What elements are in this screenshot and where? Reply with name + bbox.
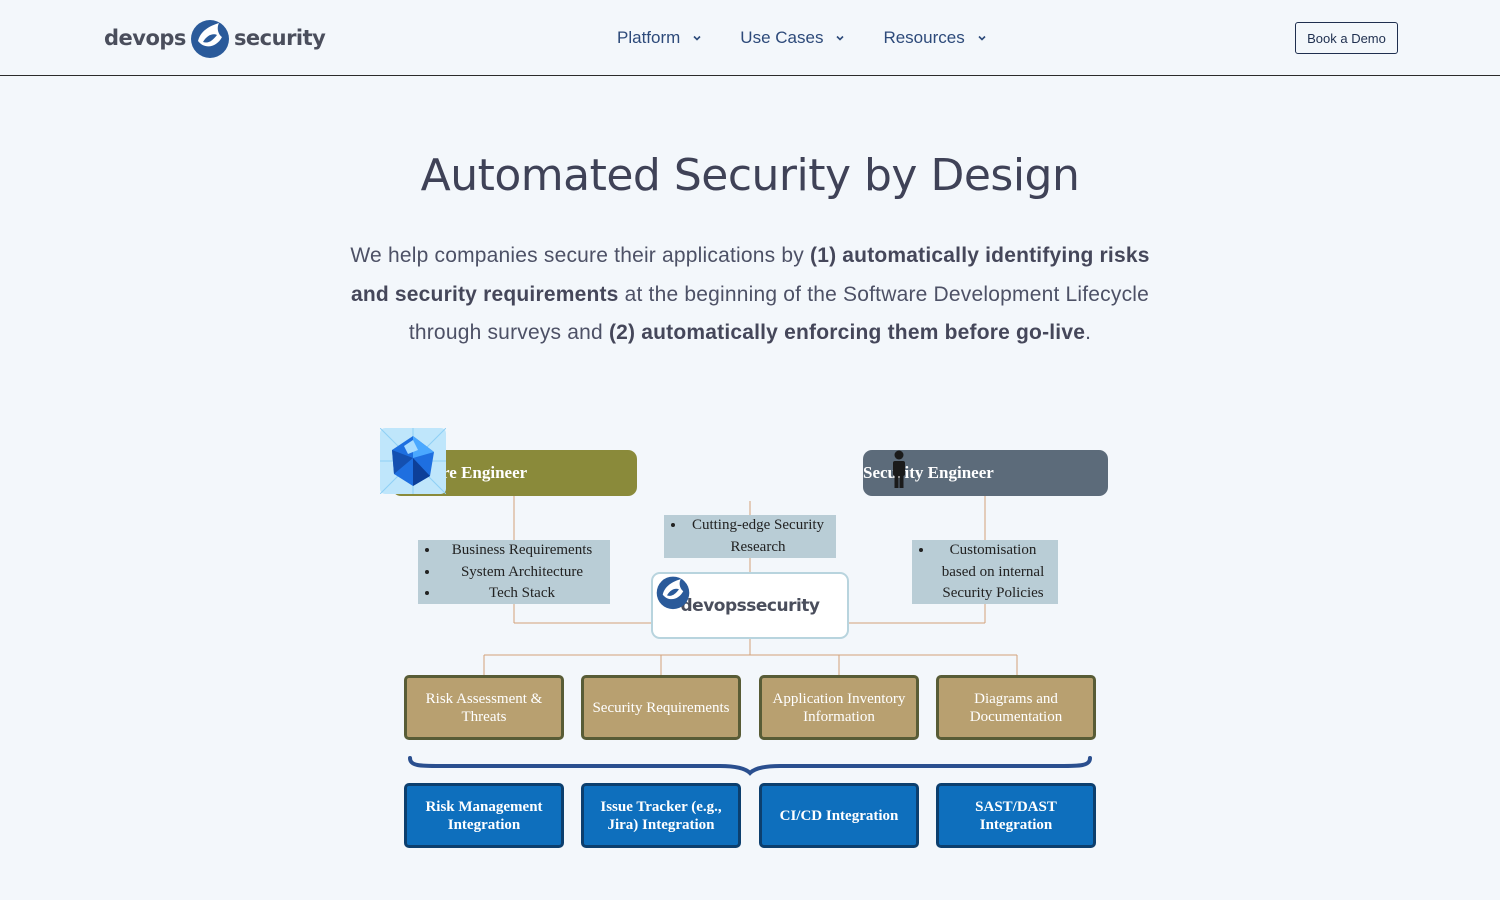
nav-label: Platform	[617, 28, 681, 47]
main-nav: Platform Use Cases Resources	[617, 28, 1025, 48]
crystal-gem-icon	[380, 428, 446, 494]
nav-label: Resources	[883, 28, 965, 47]
integration-box: Issue Tracker (e.g., Jira) Integration	[581, 783, 741, 848]
output-box: Application Inventory Information	[759, 675, 919, 740]
shield-fox-icon	[190, 20, 229, 58]
logo-text-left: devops	[104, 26, 186, 50]
book-demo-button[interactable]: Book a Demo	[1295, 22, 1398, 54]
logo-text-right: security	[746, 595, 820, 616]
software-engineer-inputs: Business Requirements System Architectur…	[418, 540, 610, 604]
nav-item-platform[interactable]: Platform	[617, 28, 702, 48]
research-inputs: Cutting-edge Security Research	[664, 515, 836, 558]
intro-text: We help companies secure their applicati…	[350, 244, 810, 267]
output-box: Risk Assessment & Threats	[404, 675, 564, 740]
list-item: Cutting-edge Security Research	[686, 515, 836, 558]
list-item: Customisation based on internal Security…	[934, 540, 1058, 605]
shield-fox-icon	[656, 576, 690, 610]
output-box: Diagrams and Documentation	[936, 675, 1096, 740]
integration-box: CI/CD Integration	[759, 783, 919, 848]
page-title: Automated Security by Design	[420, 150, 1080, 201]
architecture-diagram: Software Engineer Security Engineer Busi…	[380, 428, 1120, 858]
site-header: devops security Platform Use Cases Resou…	[0, 0, 1500, 76]
chevron-down-icon	[693, 35, 701, 41]
site-logo[interactable]: devops security	[104, 17, 326, 59]
integration-box: SAST/DAST Integration	[936, 783, 1096, 848]
person-icon	[893, 450, 905, 488]
intro-text: .	[1085, 321, 1092, 344]
nav-item-use-cases[interactable]: Use Cases	[740, 28, 845, 48]
intro-paragraph: We help companies secure their applicati…	[345, 237, 1155, 353]
nav-item-resources[interactable]: Resources	[883, 28, 986, 48]
intro-highlight: (2) automatically enforcing them before …	[608, 321, 1086, 344]
list-item: Tech Stack	[440, 583, 610, 605]
role-label: Security Engineer	[863, 463, 994, 482]
chevron-down-icon	[978, 35, 986, 41]
list-item: Business Requirements	[440, 540, 610, 562]
curly-brace	[408, 756, 1092, 776]
center-logo-box: devops security	[651, 572, 849, 639]
chevron-down-icon	[836, 35, 845, 41]
integration-box: Risk Management Integration	[404, 783, 564, 848]
security-engineer-inputs: Customisation based on internal Security…	[912, 540, 1058, 604]
role-security-engineer: Security Engineer	[863, 450, 1108, 496]
list-item: System Architecture	[440, 562, 610, 584]
nav-label: Use Cases	[740, 28, 824, 47]
output-box: Security Requirements	[581, 675, 741, 740]
logo-text-right: security	[233, 26, 326, 50]
